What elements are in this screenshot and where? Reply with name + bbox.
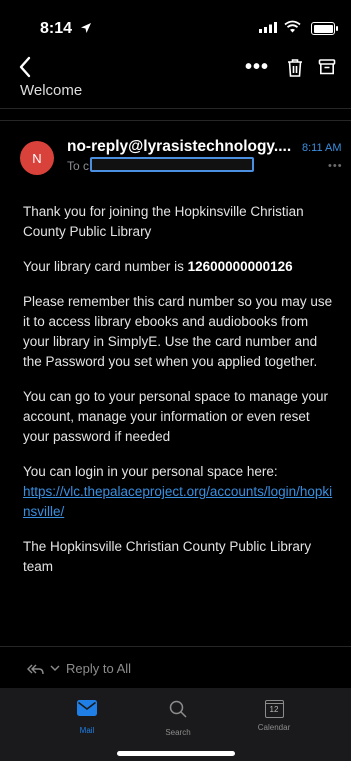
message-more-button[interactable]: ••• bbox=[328, 160, 343, 172]
reply-all-icon bbox=[27, 664, 44, 674]
footer-divider bbox=[0, 646, 351, 647]
archive-icon[interactable] bbox=[318, 58, 336, 76]
home-indicator[interactable] bbox=[117, 751, 235, 756]
reply-all-label: Reply to All bbox=[66, 661, 132, 676]
signature: The Hopkinsville Christian County Public… bbox=[23, 539, 312, 574]
reply-all-button[interactable]: Reply to All bbox=[26, 661, 131, 676]
message-divider bbox=[0, 120, 351, 121]
location-arrow-icon bbox=[81, 23, 91, 33]
tab-label: Search bbox=[165, 728, 191, 737]
message-time: 8:11 AM bbox=[302, 142, 342, 154]
battery-icon bbox=[311, 22, 338, 35]
login-paragraph: You can login in your personal space her… bbox=[23, 462, 338, 522]
sender-avatar[interactable]: N bbox=[20, 141, 54, 175]
chevron-down-icon bbox=[50, 665, 60, 671]
mail-icon bbox=[77, 700, 97, 716]
status-time: 8:14 bbox=[40, 20, 73, 37]
body-paragraph: You can go to your personal space to man… bbox=[23, 389, 328, 444]
tab-calendar[interactable]: 12 Calendar bbox=[244, 700, 304, 732]
email-body: Thank you for joining the Hopkinsville C… bbox=[23, 202, 338, 592]
login-text: You can login in your personal space her… bbox=[23, 464, 278, 479]
card-number: 12600000000126 bbox=[187, 259, 293, 274]
redaction-box bbox=[90, 157, 254, 172]
email-subject: Welcome bbox=[20, 82, 83, 99]
status-bar: 8:14 bbox=[0, 0, 351, 50]
body-paragraph: Thank you for joining the Hopkinsville C… bbox=[23, 204, 304, 239]
to-label: To bbox=[67, 159, 80, 173]
cellular-signal-icon bbox=[259, 22, 277, 33]
wifi-icon bbox=[284, 20, 301, 33]
header-divider bbox=[0, 108, 351, 109]
login-link[interactable]: https://vlc.thepalaceproject.org/account… bbox=[23, 484, 332, 519]
calendar-day: 12 bbox=[269, 705, 279, 714]
tab-label: Mail bbox=[79, 726, 95, 735]
tab-search[interactable]: Search bbox=[148, 700, 208, 737]
calendar-icon: 12 bbox=[264, 700, 284, 718]
back-chevron-icon[interactable] bbox=[18, 56, 32, 78]
sender-address[interactable]: no-reply@lyrasistechnology.... bbox=[67, 138, 292, 156]
card-number-paragraph: Your library card number is 126000000001… bbox=[23, 257, 338, 277]
more-options-button[interactable]: ••• bbox=[245, 56, 269, 79]
tab-label: Calendar bbox=[257, 723, 291, 732]
trash-icon[interactable] bbox=[286, 58, 304, 78]
mail-app-screen: 8:14 ••• Welcome N no-reply@lyrasistechn… bbox=[0, 0, 351, 761]
tab-mail[interactable]: Mail bbox=[57, 700, 117, 735]
card-number-prefix: Your library card number is bbox=[23, 259, 188, 274]
body-paragraph: Please remember this card number so you … bbox=[23, 294, 333, 369]
search-icon bbox=[169, 700, 187, 718]
recipient-start: c bbox=[83, 159, 90, 173]
